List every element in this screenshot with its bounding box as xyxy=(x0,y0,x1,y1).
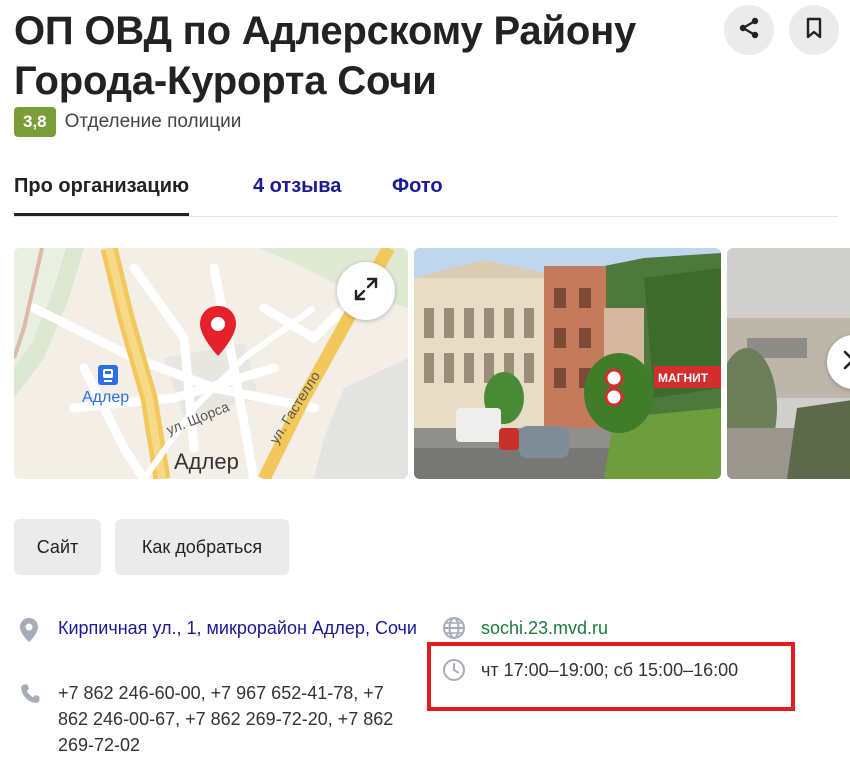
tab-reviews[interactable]: 4 отзыва xyxy=(253,172,341,200)
chevron-right-icon xyxy=(841,349,850,376)
rating-row: 3,8 Отделение полиции xyxy=(14,107,241,137)
store-sign-text: МАГНИТ xyxy=(658,371,709,385)
globe-icon xyxy=(442,616,466,645)
share-icon xyxy=(737,16,761,45)
share-button[interactable] xyxy=(724,5,774,55)
page-title: ОП ОВД по Адлерскому Району Города-Курор… xyxy=(14,9,637,103)
media-gallery: Адлер Адлер ул. Щорса ул. Гастелло МАГНИ… xyxy=(14,248,850,480)
map-preview[interactable]: Адлер Адлер ул. Щорса ул. Гастелло xyxy=(14,248,408,479)
bookmark-button[interactable] xyxy=(789,5,839,55)
tab-about[interactable]: Про организацию xyxy=(14,172,190,216)
tab-photos[interactable]: Фото xyxy=(392,172,443,200)
hours-highlight-box xyxy=(427,642,795,711)
building-photo[interactable]: МАГНИТ xyxy=(414,248,721,479)
rating-badge[interactable]: 3,8 xyxy=(14,107,56,137)
site-button[interactable]: Сайт xyxy=(14,519,101,575)
street-photo[interactable] xyxy=(727,248,850,479)
expand-map-button[interactable] xyxy=(337,262,395,320)
map-label-district: Адлер xyxy=(174,449,239,474)
tab-bar: Про организацию 4 отзыва Фото xyxy=(14,172,838,217)
phone-numbers[interactable]: +7 862 246-60-00, +7 967 652-41-78, +7 8… xyxy=(58,680,418,758)
bookmark-icon xyxy=(803,16,825,45)
map-label-station: Адлер xyxy=(82,389,130,406)
train-station-icon xyxy=(98,365,118,385)
phone-icon xyxy=(18,682,42,711)
location-pin-icon xyxy=(18,617,40,648)
route-button[interactable]: Как добраться xyxy=(115,519,289,575)
expand-icon xyxy=(353,276,379,307)
address-link[interactable]: Кирпичная ул., 1, микрорайон Адлер, Сочи xyxy=(58,615,418,641)
website-link[interactable]: sochi.23.mvd.ru xyxy=(481,615,608,641)
map-pin-icon[interactable] xyxy=(197,304,239,365)
category-label: Отделение полиции xyxy=(64,111,242,132)
